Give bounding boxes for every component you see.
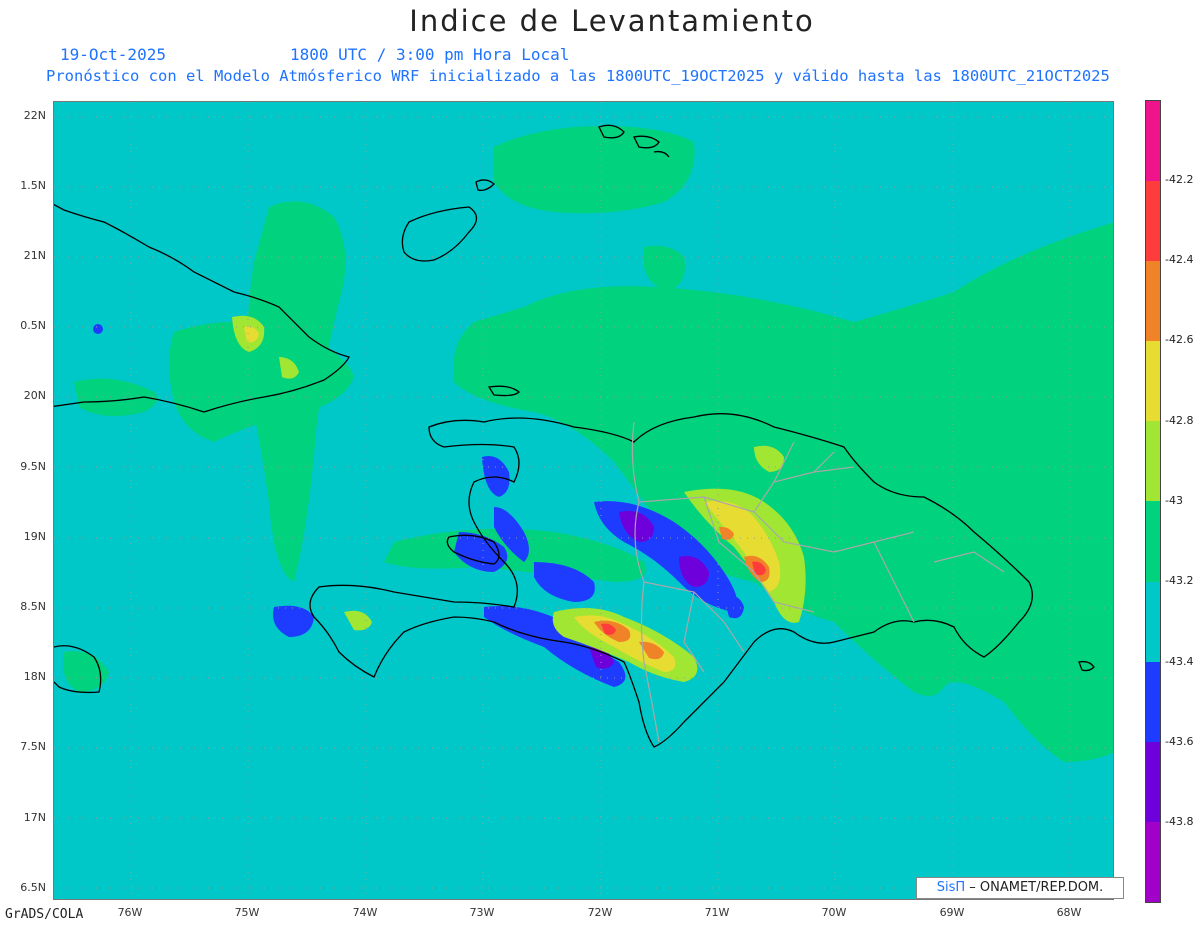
forecast-date: 19-Oct-2025	[60, 45, 166, 64]
lon-label: 74W	[352, 906, 378, 919]
lat-label: 6.5N	[20, 881, 46, 894]
colorbar-swatch	[1146, 261, 1160, 342]
colorbar-swatch	[1146, 741, 1160, 822]
colorbar-swatch	[1146, 421, 1160, 502]
colorbar-swatch	[1146, 501, 1160, 582]
colorbar-label: -43.8	[1165, 815, 1194, 828]
lon-label: 70W	[821, 906, 847, 919]
colorbar-label: -42.4	[1165, 253, 1194, 266]
forecast-description: Pronóstico con el Modelo Atmósferico WRF…	[46, 67, 1110, 85]
lon-label: 69W	[939, 906, 965, 919]
colorbar-label: -43	[1165, 494, 1183, 507]
sispi-logo: SisΠ	[936, 880, 966, 895]
map-title: Indice de Levantamiento	[409, 4, 815, 38]
colorbar-swatch	[1146, 581, 1160, 662]
lon-label: 73W	[469, 906, 495, 919]
colorbar-label: -43.4	[1165, 655, 1194, 668]
colorbar-swatch	[1146, 341, 1160, 422]
credit-box: SisΠ – ONAMET/REP.DOM.	[916, 877, 1124, 899]
lon-label: 68W	[1056, 906, 1082, 919]
credit-text: – ONAMET/REP.DOM.	[969, 880, 1104, 895]
lat-label: 0.5N	[20, 319, 46, 332]
lat-label: 21N	[23, 249, 46, 262]
colorbar-label: -42.2	[1165, 173, 1194, 186]
colorbar-swatch	[1146, 821, 1160, 902]
colorbar-label: -43.2	[1165, 574, 1194, 587]
lat-label: 19N	[23, 530, 46, 543]
colorbar-label: -42.8	[1165, 414, 1194, 427]
lifted-index-map	[54, 102, 1113, 899]
lon-label: 76W	[117, 906, 143, 919]
lat-label: 8.5N	[20, 600, 46, 613]
colorbar-swatch	[1146, 661, 1160, 742]
colorbar-swatch	[1146, 181, 1160, 262]
lat-label: 20N	[23, 389, 46, 402]
lat-label: 18N	[23, 670, 46, 683]
map-panel	[53, 101, 1114, 900]
lon-label: 72W	[587, 906, 613, 919]
colorbar-label: -42.6	[1165, 333, 1194, 346]
lat-label: 7.5N	[20, 740, 46, 753]
footer-grads: GrADS/COLA	[5, 907, 84, 922]
lat-label: 1.5N	[20, 179, 46, 192]
colorbar-swatch	[1146, 101, 1160, 182]
lon-label: 75W	[234, 906, 260, 919]
lon-label: 71W	[704, 906, 730, 919]
lat-label: 22N	[23, 109, 46, 122]
lat-label: 17N	[23, 811, 46, 824]
forecast-time: 1800 UTC / 3:00 pm Hora Local	[290, 45, 570, 64]
colorbar-label: -43.6	[1165, 735, 1194, 748]
lat-label: 9.5N	[20, 460, 46, 473]
colorbar	[1145, 100, 1161, 903]
